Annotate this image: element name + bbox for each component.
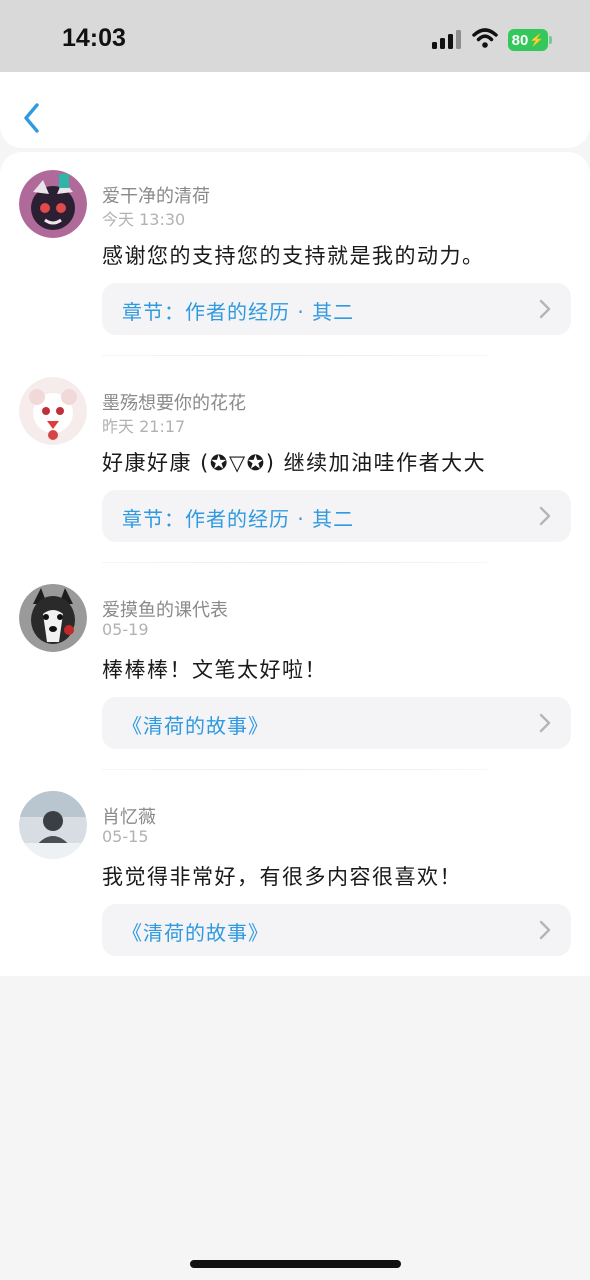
comment-list: 爱干净的清荷 今天 13:30 感谢您的支持您的支持就是我的动力。 章节：作者的… (0, 152, 590, 976)
source-label: 《清荷的故事》 (122, 921, 269, 945)
comment-item: 肖忆薇 05-15 我觉得非常好，有很多内容很喜欢！ 《清荷的故事》 (0, 773, 590, 980)
source-link[interactable]: 章节：作者的经历 · 其二 (102, 490, 571, 542)
status-time: 14:03 (62, 24, 126, 52)
comment-text: 我觉得非常好，有很多内容很喜欢！ (102, 865, 462, 889)
wifi-icon (472, 28, 498, 48)
source-label: 章节：作者的经历 · 其二 (122, 300, 355, 324)
battery-level: 80 (511, 31, 529, 49)
comment-username[interactable]: 墨殇想要你的花花 (102, 389, 246, 415)
nav-bar (0, 72, 590, 148)
chevron-right-icon (539, 299, 551, 319)
comment-timestamp: 05-19 (102, 620, 149, 639)
comment-text: 棒棒棒！文笔太好啦！ (102, 658, 327, 682)
source-label: 章节：作者的经历 · 其二 (122, 507, 355, 531)
divider (102, 562, 487, 563)
husky-avatar-image (19, 584, 87, 652)
avatar[interactable] (19, 377, 87, 445)
chevron-right-icon (539, 713, 551, 733)
avatar[interactable] (19, 170, 87, 238)
source-link[interactable]: 章节：作者的经历 · 其二 (102, 283, 571, 335)
avatar[interactable] (19, 791, 87, 859)
battery-icon: 80 ⚡ (508, 29, 548, 51)
home-indicator[interactable] (190, 1260, 401, 1268)
divider (102, 355, 487, 356)
divider (102, 769, 487, 770)
signal-icon (432, 30, 461, 49)
comment-item: 爱干净的清荷 今天 13:30 感谢您的支持您的支持就是我的动力。 章节：作者的… (0, 152, 590, 359)
comment-text: 好康好康 (✪▽✪) 继续加油哇作者大大 (102, 451, 487, 475)
comment-timestamp: 昨天 21:17 (102, 417, 186, 436)
anime-avatar-image (19, 377, 87, 445)
battery-tip (549, 36, 552, 44)
source-link[interactable]: 《清荷的故事》 (102, 697, 571, 749)
comment-item: 墨殇想要你的花花 昨天 21:17 好康好康 (✪▽✪) 继续加油哇作者大大 章… (0, 359, 590, 566)
comment-timestamp: 今天 13:30 (102, 210, 186, 229)
comment-username[interactable]: 肖忆薇 (102, 803, 156, 829)
chevron-right-icon (539, 506, 551, 526)
chevron-right-icon (539, 920, 551, 940)
charging-bolt-icon: ⚡ (529, 33, 545, 47)
source-link[interactable]: 《清荷的故事》 (102, 904, 571, 956)
comment-timestamp: 05-15 (102, 827, 149, 846)
comment-item: 爱摸鱼的课代表 05-19 棒棒棒！文笔太好啦！ 《清荷的故事》 (0, 566, 590, 773)
avatar[interactable] (19, 584, 87, 652)
anime-avatar-image (19, 170, 87, 238)
chevron-left-icon[interactable] (18, 100, 46, 136)
source-label: 《清荷的故事》 (122, 714, 269, 738)
status-bar: 14:03 80 ⚡ (0, 0, 590, 76)
comment-text: 感谢您的支持您的支持就是我的动力。 (102, 244, 485, 268)
comment-username[interactable]: 爱摸鱼的课代表 (102, 596, 228, 622)
comment-username[interactable]: 爱干净的清荷 (102, 182, 210, 208)
photo-avatar-image (19, 791, 87, 859)
